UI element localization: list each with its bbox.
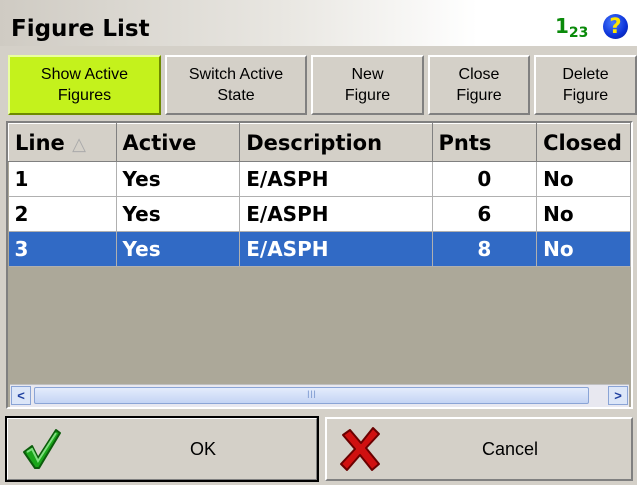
cell-closed: No [536,161,631,197]
cell-description: E/ASPH [239,196,433,232]
cancel-button[interactable]: Cancel [325,417,633,481]
cell-line: 1 [8,161,117,197]
cell-closed: No [536,196,631,232]
cell-pnts: 0 [432,161,538,197]
horizontal-scrollbar[interactable]: < III > [10,384,629,407]
cell-line: 3 [8,231,117,267]
title-bar: Figure List 123 ? [0,0,637,46]
show-active-figures-button[interactable]: Show Active Figures [8,55,161,115]
cell-line: 2 [8,196,117,232]
scroll-left-icon[interactable]: < [11,386,31,405]
sort-ascending-icon: △ [72,133,86,155]
cell-active: Yes [116,161,241,197]
numeric-mode-icon[interactable]: 123 [555,14,588,45]
figure-grid[interactable]: Line △ Active Description Pnts Closed 1 … [6,121,633,409]
cell-active: Yes [116,196,241,232]
checkmark-icon [23,429,61,469]
column-header-pnts[interactable]: Pnts [431,123,538,162]
switch-active-state-button[interactable]: Switch Active State [165,55,307,115]
table-row[interactable]: 2 Yes E/ASPH 6 No [8,196,631,232]
column-header-closed[interactable]: Closed [536,123,631,162]
scroll-grip-icon: III [306,389,317,401]
header-row: Line △ Active Description Pnts Closed [8,123,631,162]
cell-description: E/ASPH [239,161,433,197]
cancel-label: Cancel [482,439,539,459]
column-header-line[interactable]: Line △ [8,123,117,162]
cell-pnts: 8 [432,231,538,267]
close-x-icon [340,427,380,471]
delete-figure-button[interactable]: Delete Figure [534,55,637,115]
cell-closed: No [536,231,631,267]
column-header-active[interactable]: Active [115,123,241,162]
new-figure-button[interactable]: New Figure [311,55,424,115]
cell-active: Yes [116,231,241,267]
help-icon[interactable]: ? [603,14,628,39]
table-row[interactable]: 1 Yes E/ASPH 0 No [8,161,631,197]
table-row-selected[interactable]: 3 Yes E/ASPH 8 No [8,231,631,267]
ok-label: OK [190,439,217,459]
ok-button[interactable]: OK [5,416,319,482]
scroll-right-icon[interactable]: > [608,386,628,405]
window-title: Figure List [11,16,150,42]
cell-description: E/ASPH [239,231,433,267]
scroll-thumb[interactable]: III [34,387,589,404]
close-figure-button[interactable]: Close Figure [428,55,530,115]
toolbar: Show Active Figures Switch Active State … [0,50,637,118]
cell-pnts: 6 [432,196,538,232]
column-header-description[interactable]: Description [239,123,433,162]
figure-table: Line △ Active Description Pnts Closed 1 … [8,123,631,267]
